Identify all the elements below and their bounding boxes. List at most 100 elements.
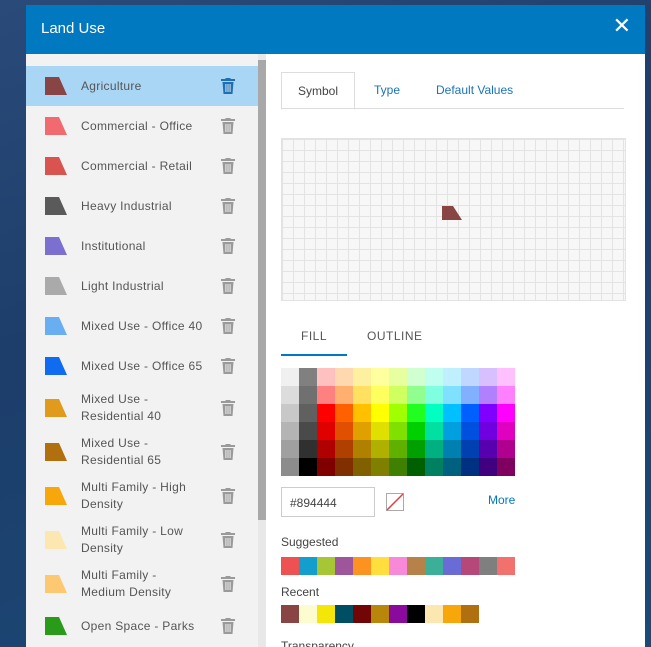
palette-swatch[interactable]: [389, 368, 407, 386]
layer-item-institutional[interactable]: Institutional: [26, 226, 258, 266]
palette-swatch[interactable]: [425, 386, 443, 404]
layer-item-heavy-industrial[interactable]: Heavy Industrial: [26, 186, 258, 226]
recent-color-swatch[interactable]: [299, 605, 317, 623]
trash-icon[interactable]: [221, 576, 235, 592]
palette-swatch[interactable]: [443, 368, 461, 386]
trash-icon[interactable]: [221, 358, 235, 374]
trash-icon[interactable]: [221, 532, 235, 548]
palette-swatch[interactable]: [407, 422, 425, 440]
palette-swatch[interactable]: [299, 368, 317, 386]
palette-swatch[interactable]: [425, 458, 443, 476]
layer-item-commercial-retail[interactable]: Commercial - Retail: [26, 146, 258, 186]
palette-swatch[interactable]: [371, 458, 389, 476]
palette-swatch[interactable]: [317, 404, 335, 422]
palette-swatch[interactable]: [281, 458, 299, 476]
recent-color-swatch[interactable]: [335, 605, 353, 623]
trash-icon[interactable]: [221, 158, 235, 174]
palette-swatch[interactable]: [443, 386, 461, 404]
recent-color-swatch[interactable]: [425, 605, 443, 623]
palette-swatch[interactable]: [497, 368, 515, 386]
suggested-color-swatch[interactable]: [497, 557, 515, 575]
recent-color-swatch[interactable]: [389, 605, 407, 623]
palette-swatch[interactable]: [425, 440, 443, 458]
layer-item-mixed-use-office-40[interactable]: Mixed Use - Office 40: [26, 306, 258, 346]
palette-swatch[interactable]: [389, 458, 407, 476]
palette-swatch[interactable]: [425, 368, 443, 386]
recent-color-swatch[interactable]: [407, 605, 425, 623]
palette-swatch[interactable]: [371, 422, 389, 440]
palette-swatch[interactable]: [353, 458, 371, 476]
layer-item-mixed-use-residential-40[interactable]: Mixed Use - Residential 40: [26, 386, 258, 430]
trash-icon[interactable]: [221, 118, 235, 134]
palette-swatch[interactable]: [299, 440, 317, 458]
palette-swatch[interactable]: [497, 422, 515, 440]
recent-color-swatch[interactable]: [461, 605, 479, 623]
palette-swatch[interactable]: [371, 368, 389, 386]
trash-icon[interactable]: [221, 444, 235, 460]
hex-color-input[interactable]: #894444: [281, 487, 375, 517]
trash-icon[interactable]: [221, 278, 235, 294]
scrollbar-thumb[interactable]: [258, 60, 266, 520]
suggested-color-swatch[interactable]: [461, 557, 479, 575]
suggested-color-swatch[interactable]: [389, 557, 407, 575]
palette-swatch[interactable]: [335, 422, 353, 440]
layer-item-mixed-use-residential-65[interactable]: Mixed Use - Residential 65: [26, 430, 258, 474]
palette-swatch[interactable]: [497, 440, 515, 458]
palette-swatch[interactable]: [371, 440, 389, 458]
palette-swatch[interactable]: [371, 404, 389, 422]
suggested-color-swatch[interactable]: [299, 557, 317, 575]
recent-color-swatch[interactable]: [443, 605, 461, 623]
trash-icon[interactable]: [221, 238, 235, 254]
close-icon[interactable]: ✕: [613, 15, 631, 37]
palette-swatch[interactable]: [497, 458, 515, 476]
layer-item-commercial-office[interactable]: Commercial - Office: [26, 106, 258, 146]
palette-swatch[interactable]: [317, 422, 335, 440]
palette-swatch[interactable]: [389, 440, 407, 458]
palette-swatch[interactable]: [281, 440, 299, 458]
palette-swatch[interactable]: [497, 386, 515, 404]
trash-icon[interactable]: [221, 78, 235, 94]
no-color-icon[interactable]: [386, 493, 404, 511]
suggested-color-swatch[interactable]: [317, 557, 335, 575]
palette-swatch[interactable]: [461, 458, 479, 476]
palette-swatch[interactable]: [479, 440, 497, 458]
palette-swatch[interactable]: [335, 404, 353, 422]
palette-swatch[interactable]: [389, 422, 407, 440]
layer-item-light-industrial[interactable]: Light Industrial: [26, 266, 258, 306]
layer-item-multi-family-high-density[interactable]: Multi Family - High Density: [26, 474, 258, 518]
suggested-color-swatch[interactable]: [425, 557, 443, 575]
palette-swatch[interactable]: [425, 422, 443, 440]
palette-swatch[interactable]: [407, 404, 425, 422]
palette-swatch[interactable]: [317, 368, 335, 386]
palette-swatch[interactable]: [299, 386, 317, 404]
palette-swatch[interactable]: [389, 386, 407, 404]
layer-item-multi-family-low-density[interactable]: Multi Family - Low Density: [26, 518, 258, 562]
layer-item-open-space-parks[interactable]: Open Space - Parks: [26, 606, 258, 646]
palette-swatch[interactable]: [461, 440, 479, 458]
trash-icon[interactable]: [221, 400, 235, 416]
tab-fill[interactable]: FILL: [301, 329, 327, 343]
palette-swatch[interactable]: [317, 386, 335, 404]
palette-swatch[interactable]: [335, 386, 353, 404]
palette-swatch[interactable]: [479, 368, 497, 386]
palette-swatch[interactable]: [317, 440, 335, 458]
palette-swatch[interactable]: [281, 422, 299, 440]
recent-color-swatch[interactable]: [371, 605, 389, 623]
palette-swatch[interactable]: [299, 458, 317, 476]
palette-swatch[interactable]: [425, 404, 443, 422]
palette-swatch[interactable]: [407, 386, 425, 404]
trash-icon[interactable]: [221, 618, 235, 634]
palette-swatch[interactable]: [461, 422, 479, 440]
palette-swatch[interactable]: [461, 368, 479, 386]
palette-swatch[interactable]: [299, 404, 317, 422]
tab-default-values[interactable]: Default Values: [436, 83, 513, 97]
suggested-color-swatch[interactable]: [407, 557, 425, 575]
palette-swatch[interactable]: [335, 458, 353, 476]
tab-type[interactable]: Type: [374, 83, 400, 97]
palette-swatch[interactable]: [479, 458, 497, 476]
layer-item-mixed-use-office-65[interactable]: Mixed Use - Office 65: [26, 346, 258, 386]
palette-swatch[interactable]: [407, 440, 425, 458]
palette-swatch[interactable]: [353, 440, 371, 458]
palette-swatch[interactable]: [407, 368, 425, 386]
recent-color-swatch[interactable]: [317, 605, 335, 623]
